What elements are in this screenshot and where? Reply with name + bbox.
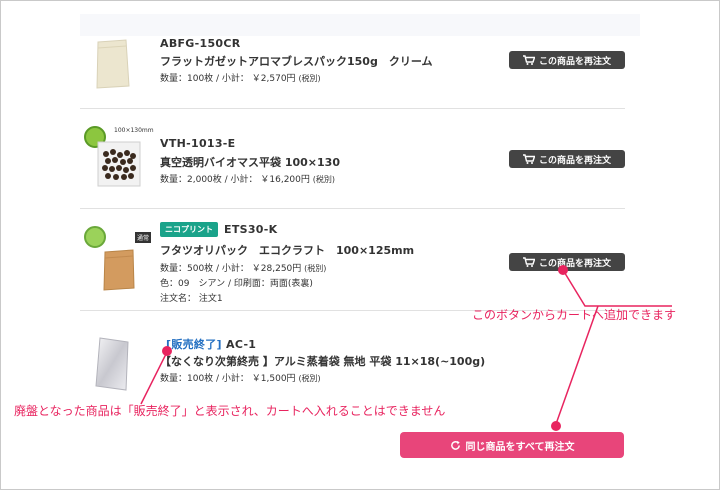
product-quantity-subtotal: 数量：100枚 / 小計： ￥1,500円 (税別) [160,371,321,384]
normal-label: 通常 [135,232,152,243]
reorder-button[interactable]: この商品を再注文 [509,150,625,168]
reorder-button-label: この商品を再注文 [538,155,611,166]
product-color-print: 色：09 シアン / 印刷面：両面(表裏) [160,279,313,289]
button-annotation: このボタンからカートへ追加できます [472,308,677,322]
product-name: 真空透明バイオマス平袋 100×130 [160,156,340,169]
product-name: フラットガゼットアロマブレスパック150g クリーム [160,55,433,68]
reorder-all-label: 同じ商品をすべて再注文 [465,441,575,453]
product-order-name: 注文名： 注文1 [160,294,223,304]
product-name: フタツオリパック エコクラフト 100×125mm [160,244,415,257]
reorder-button-label: この商品を再注文 [538,56,611,67]
annotation-dot [558,265,568,275]
cart-icon [522,257,535,267]
annotation-dot [162,346,172,356]
size-tag: 100×130mm [114,127,154,134]
divider [80,208,625,209]
tax-note: (税別) [312,175,335,184]
sales-ended-label: [販売終了] [166,338,222,351]
reorder-all-button[interactable]: 同じ商品をすべて再注文 [400,432,624,458]
quantity-subtotal-text: 数量：2,000枚 / 小計： ￥16,200円 [160,175,310,185]
quantity-subtotal-text: 数量：500枚 / 小計： ￥28,250円 [160,264,302,274]
product-image-aluminium-bag [95,337,129,391]
quantity-subtotal-text: 数量：100枚 / 小計： ￥1,500円 [160,374,296,384]
product-sku: ETS30-K [224,223,278,236]
list-header-band [80,14,640,36]
discontinued-annotation: 廃盤となった商品は「販売終了」と表示され、カートへ入れることはできません [14,404,446,418]
discontinued-sku-line: [販売終了] AC-1 [166,336,256,352]
product-image-pouch-cream [96,39,130,89]
product-quantity-subtotal: 数量：500枚 / 小計： ￥28,250円 (税別) [160,261,326,274]
product-quantity-subtotal: 数量：2,000枚 / 小計： ￥16,200円 (税別) [160,172,335,185]
reorder-button[interactable]: この商品を再注文 [509,51,625,69]
cart-icon [522,154,535,164]
divider [80,108,625,109]
product-image-clear-bag [97,141,141,187]
product-sku: VTH-1013-E [160,137,236,150]
cart-icon [522,55,535,65]
product-image-kraft-pouch [103,249,135,291]
product-name: 【なくなり次第終売 】アルミ蒸着袋 無地 平袋 11×18(~100g) [160,355,486,368]
quantity-subtotal-text: 数量：100枚 / 小計： ￥2,570円 [160,74,296,84]
product-sku: ABFG-150CR [160,37,241,50]
eco-mark-icon [84,226,106,248]
nico-print-badge: ニコプリント [160,222,218,237]
refresh-icon [450,440,460,450]
product-quantity-subtotal: 数量：100枚 / 小計： ￥2,570円 (税別) [160,71,321,84]
reorder-button-label: この商品を再注文 [538,258,611,269]
annotation-dot [551,421,561,431]
product-sku: AC-1 [226,338,257,351]
tax-note: (税別) [304,264,327,273]
tax-note: (税別) [298,74,321,83]
tax-note: (税別) [298,374,321,383]
